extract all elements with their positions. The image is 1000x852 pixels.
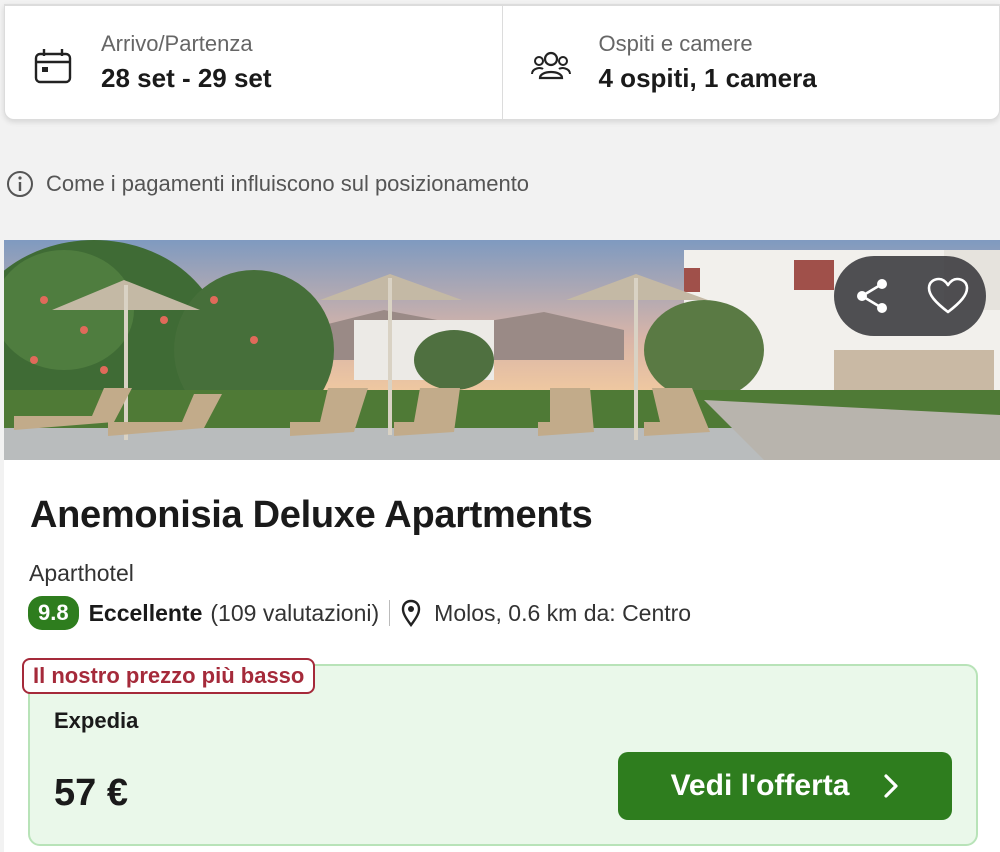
- dates-value: 28 set - 29 set: [101, 63, 272, 93]
- favorite-button[interactable]: [924, 272, 972, 320]
- info-icon: [7, 171, 33, 197]
- calendar-icon: [34, 49, 72, 84]
- guests-label: Ospiti e camere: [598, 31, 753, 56]
- review-count: (109 valutazioni): [210, 599, 380, 626]
- view-deal-label: Vedi l'offerta: [670, 769, 850, 802]
- divider: [389, 600, 391, 626]
- guests-selector[interactable]: Ospiti e camere 4 ospiti, 1 camera: [501, 6, 1000, 119]
- hotel-name[interactable]: Anemonisia Deluxe Apartments: [30, 494, 593, 537]
- guests-icon: [530, 51, 571, 80]
- guests-value: 4 ospiti, 1 camera: [598, 63, 817, 93]
- lowest-price-badge: Il nostro prezzo più basso: [22, 658, 316, 694]
- deal-price: 57 €: [54, 772, 128, 814]
- dates-selector[interactable]: Arrivo/Partenza 28 set - 29 set: [5, 6, 502, 119]
- view-deal-button[interactable]: Vedi l'offerta: [618, 752, 952, 820]
- heart-icon: [927, 277, 969, 314]
- rating-label: Eccellente: [88, 599, 203, 626]
- rating-row: 9.8 Eccellente (109 valutazioni) Molos, …: [28, 596, 691, 630]
- search-bar: Arrivo/Partenza 28 set - 29 set Ospiti e…: [4, 4, 1000, 120]
- dates-label: Arrivo/Partenza: [101, 31, 253, 56]
- score-badge: 9.8: [28, 596, 79, 630]
- deal-provider: Expedia: [54, 708, 139, 733]
- page: Arrivo/Partenza 28 set - 29 set Ospiti e…: [0, 0, 1000, 852]
- chevron-right-icon: [884, 774, 899, 798]
- hotel-card[interactable]: Anemonisia Deluxe Apartments Aparthotel …: [4, 460, 1000, 852]
- location-pin-icon: [401, 599, 421, 627]
- payment-info-text: Come i pagamenti influiscono sul posizio…: [46, 171, 530, 196]
- share-icon: [857, 279, 887, 313]
- payment-ranking-info[interactable]: Come i pagamenti influiscono sul posizio…: [6, 170, 529, 198]
- share-button[interactable]: [848, 272, 896, 320]
- hotel-location: Molos, 0.6 km da: Centro: [434, 599, 692, 626]
- hotel-type: Aparthotel: [29, 560, 134, 586]
- photo-actions: [834, 256, 986, 336]
